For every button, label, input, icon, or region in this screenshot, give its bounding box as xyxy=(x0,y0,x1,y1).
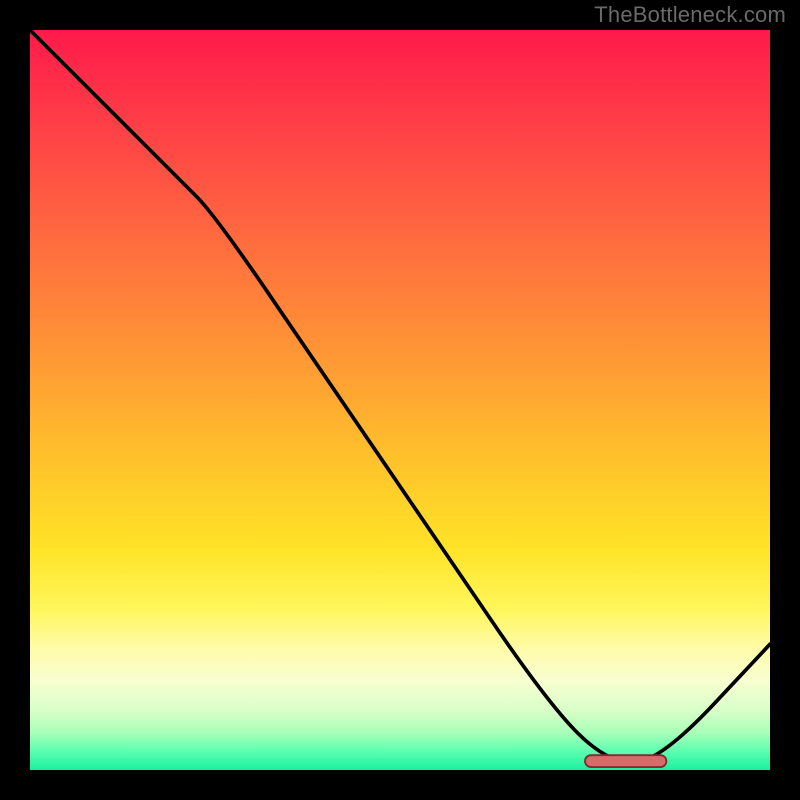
optimal-range-marker xyxy=(30,30,770,770)
optimal-range-rect xyxy=(585,755,666,767)
chart-root: TheBottleneck.com xyxy=(0,0,800,800)
watermark-text: TheBottleneck.com xyxy=(594,2,786,28)
plot-area xyxy=(30,30,770,770)
curve-path xyxy=(30,30,770,763)
bottleneck-curve xyxy=(30,30,770,770)
